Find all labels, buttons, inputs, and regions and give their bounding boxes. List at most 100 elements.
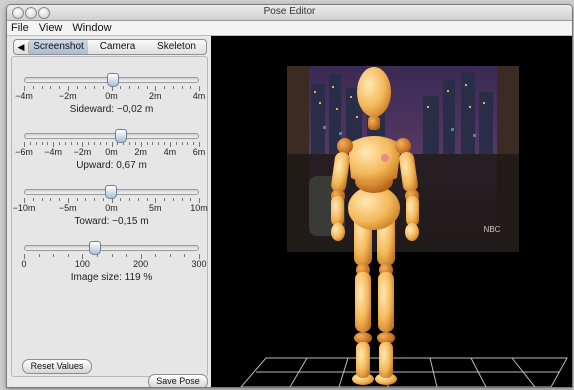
- slider-tick: [134, 142, 136, 145]
- tab-camera[interactable]: Camera: [88, 40, 147, 54]
- slider-tick: [29, 142, 31, 145]
- slider-tick: [129, 86, 130, 89]
- slider-tick: [59, 198, 60, 201]
- slider-value-label: Upward: 0,67 m: [76, 160, 147, 171]
- slider-tick: [181, 142, 183, 145]
- slider-tick: [41, 86, 43, 89]
- slider-value-label: Toward: −0,15 m: [74, 216, 149, 227]
- slider-tick: [152, 142, 154, 145]
- slider-tick: [129, 198, 130, 201]
- slider-tick: [76, 86, 78, 89]
- slider-tick: [169, 254, 171, 257]
- slider-tick-label: −2m: [73, 147, 92, 157]
- menu-bar: File View Window: [7, 21, 572, 36]
- slider-value-label: Image size: 119 %: [70, 272, 153, 283]
- menu-view[interactable]: View: [39, 22, 63, 34]
- slider-tick-label: 4m: [163, 147, 177, 157]
- slider-tick: [38, 254, 40, 257]
- slider-tick: [102, 86, 104, 89]
- slider-tick: [193, 142, 195, 145]
- slider-tick: [190, 198, 192, 201]
- slider-tick-label: −5m: [58, 203, 77, 213]
- slider-tick: [155, 254, 157, 257]
- slider-tick-label: 0m: [105, 203, 118, 213]
- slider-tick: [64, 142, 66, 145]
- slider-tick: [123, 142, 125, 145]
- screenshot-panel: −4m −2m 0m 2m 4m Sideward: −0,02 m −6m −4m −2m 0m…: [11, 56, 208, 377]
- slider-tick: [35, 142, 37, 145]
- slider-tick: [94, 198, 95, 201]
- slider-tick-label: −4m: [44, 147, 63, 157]
- slider-tick: [47, 142, 49, 145]
- slider-track[interactable]: [24, 245, 199, 251]
- tab-bar: ◀ Screenshot Camera Skeleton: [13, 39, 207, 55]
- menu-window[interactable]: Window: [72, 22, 111, 34]
- slider-thumb[interactable]: [89, 241, 101, 255]
- slider-tick: [158, 142, 160, 145]
- slider-tick: [120, 198, 122, 201]
- slider-tick-label: 2m: [148, 91, 162, 101]
- control-sidebar: ◀ Screenshot Camera Skeleton −4m −2m 0m 2m 4…: [7, 36, 211, 387]
- slider-tick: [129, 142, 130, 145]
- slider-tick: [187, 142, 189, 145]
- slider-tick: [146, 198, 148, 201]
- slider-tick: [59, 86, 60, 89]
- slider-tick: [181, 86, 183, 89]
- slider-tick: [41, 198, 43, 201]
- slider-tick: [67, 254, 69, 257]
- slider-tick: [59, 142, 60, 145]
- slider-tick: [85, 198, 87, 201]
- slider-tick: [94, 86, 95, 89]
- slider-tick: [76, 198, 78, 201]
- slider-tick-labels: −4m −2m 0m 2m 4m: [15, 91, 205, 101]
- slider-tick: [105, 142, 107, 145]
- tab-scroll-left-icon[interactable]: ◀: [14, 41, 29, 53]
- slider-tick-labels: 0 100 200 300: [21, 259, 206, 269]
- slider-tick: [111, 254, 113, 257]
- tab-skeleton[interactable]: Skeleton: [147, 40, 206, 54]
- slider-tick: [146, 142, 148, 145]
- slider-tick-label: 200: [133, 259, 149, 269]
- 3d-viewport[interactable]: NBC: [211, 36, 572, 387]
- slider-tick-labels: −6m −4m −2m 0m 2m 4m 6m: [15, 147, 205, 157]
- slider-tick: [76, 142, 78, 145]
- slider-thumb[interactable]: [104, 185, 117, 199]
- menu-file[interactable]: File: [11, 22, 29, 34]
- tab-screenshot[interactable]: Screenshot: [29, 40, 88, 54]
- slider-tick: [172, 86, 174, 89]
- slider-tick-label: 300: [191, 259, 207, 269]
- slider-tick-labels: −10m −5m 0m 5m 10m: [13, 203, 208, 213]
- slider-tick-label: −2m: [58, 91, 77, 101]
- slider-track[interactable]: [24, 133, 199, 139]
- slider-tick-label: 4m: [192, 91, 206, 101]
- slider-tick: [70, 142, 72, 145]
- slider-tick: [137, 198, 139, 201]
- slider-thumb[interactable]: [106, 73, 119, 87]
- slider-thumb[interactable]: [115, 129, 128, 143]
- slider-tick: [164, 86, 165, 89]
- slider-tick-label: 10m: [190, 203, 208, 213]
- slider-tick-label: −10m: [12, 203, 36, 213]
- slider-tick: [137, 86, 139, 89]
- slider-tick: [94, 142, 95, 145]
- slider-tick-label: 100: [74, 259, 90, 269]
- pose-editor-window: Pose Editor File View Window ◀ Screensho…: [6, 4, 573, 388]
- slider-tick: [32, 86, 34, 89]
- ground-grid: [240, 357, 568, 387]
- save-pose-button[interactable]: Save Pose: [148, 374, 208, 387]
- slider-tick: [88, 142, 90, 145]
- slider-tick-label: 0: [21, 259, 27, 269]
- nbc-watermark: NBC: [484, 225, 501, 234]
- slider-tick-label: 0m: [105, 91, 118, 101]
- slider-tick: [99, 142, 101, 145]
- slider-tick-label: 0m: [105, 147, 118, 157]
- slider-tick: [32, 198, 34, 201]
- window-title: Pose Editor: [263, 6, 316, 17]
- slider-tick: [126, 254, 128, 257]
- title-bar: Pose Editor: [7, 5, 572, 21]
- slider-tick: [172, 198, 174, 201]
- slider-tick: [50, 86, 52, 89]
- slider-tick: [164, 198, 165, 201]
- reset-values-button[interactable]: Reset Values: [22, 359, 92, 374]
- slider-tick: [96, 254, 98, 257]
